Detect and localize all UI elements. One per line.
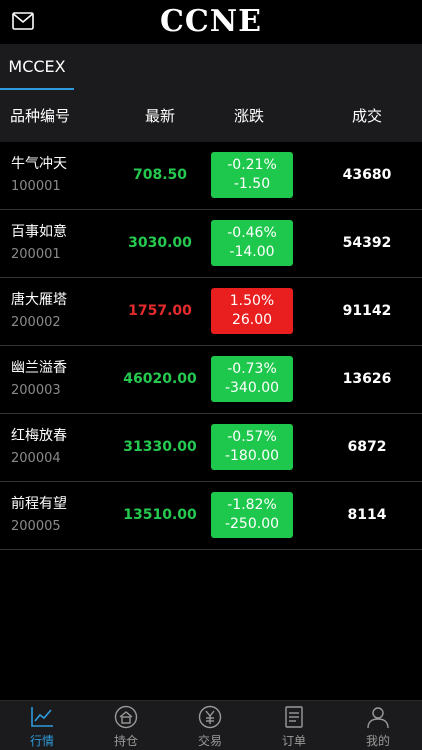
product-code: 100001 (11, 179, 61, 194)
tab-mccex[interactable]: MCCEX (0, 44, 74, 90)
home-icon (114, 705, 138, 729)
product-code: 200004 (11, 451, 61, 466)
app-logo: CCNE (159, 4, 263, 39)
change-badge[interactable]: -0.46% -14.00 (211, 220, 293, 266)
bottom-navigation: 行情 持仓 交易 订单 我的 (0, 700, 422, 750)
user-icon (367, 707, 389, 729)
product-name: 幽兰溢香 (11, 360, 67, 376)
latest-price: 31330.00 (123, 439, 197, 455)
latest-price: 708.50 (132, 167, 188, 183)
market-tabbar: MCCEX (0, 44, 422, 90)
change-badge[interactable]: -0.21% -1.50 (211, 152, 293, 198)
nav-profile[interactable]: 我的 (336, 701, 420, 750)
tab-mccex-label: MCCEX (8, 57, 66, 76)
product-name: 百事如意 (11, 224, 67, 240)
latest-price: 3030.00 (128, 235, 192, 251)
nav-quotes[interactable]: 行情 (0, 701, 84, 750)
change-percent: -1.82% (227, 497, 277, 513)
column-latest: 最新 (145, 107, 176, 125)
column-header: 品种编号 最新 涨跌 成交 (0, 90, 422, 142)
nav-orders[interactable]: 订单 (252, 701, 336, 750)
nav-positions-label: 持仓 (113, 734, 138, 748)
product-code: 200003 (11, 383, 61, 398)
nav-orders-label: 订单 (281, 734, 306, 748)
product-name: 唐大雁塔 (11, 292, 67, 308)
change-amount: -180.00 (224, 448, 280, 464)
volume: 43680 (342, 167, 392, 183)
latest-price: 1757.00 (128, 303, 192, 319)
change-amount: 26.00 (231, 312, 273, 328)
nav-quotes-label: 行情 (29, 734, 54, 748)
quote-row[interactable]: 牛气冲天 100001 708.50 -0.21% -1.50 43680 (0, 142, 422, 210)
document-icon (285, 706, 303, 728)
volume: 54392 (342, 235, 392, 251)
product-code: 200001 (11, 247, 61, 262)
product-name: 牛气冲天 (11, 156, 67, 172)
product-code: 200005 (11, 519, 61, 534)
change-badge[interactable]: -1.82% -250.00 (211, 492, 293, 538)
volume: 13626 (342, 371, 392, 387)
column-name: 品种编号 (10, 107, 71, 125)
nav-positions[interactable]: 持仓 (84, 701, 168, 750)
nav-trade[interactable]: 交易 (168, 701, 252, 750)
app-header: CCNE (0, 0, 422, 44)
change-percent: -0.46% (227, 225, 277, 241)
latest-price: 13510.00 (123, 507, 197, 523)
column-volume: 成交 (352, 107, 383, 125)
change-badge[interactable]: -0.57% -180.00 (211, 424, 293, 470)
change-percent: -0.57% (227, 429, 277, 445)
change-badge[interactable]: -0.73% -340.00 (211, 356, 293, 402)
change-percent: -0.21% (227, 157, 277, 173)
change-amount: -250.00 (224, 516, 280, 532)
change-badge[interactable]: 1.50% 26.00 (211, 288, 293, 334)
change-percent: -0.73% (227, 361, 277, 377)
volume: 8114 (347, 507, 387, 523)
product-name: 红梅放春 (11, 428, 67, 444)
product-code: 200002 (11, 315, 61, 330)
nav-trade-label: 交易 (197, 734, 222, 748)
quote-row[interactable]: 红梅放春 200004 31330.00 -0.57% -180.00 6872 (0, 414, 422, 482)
volume: 6872 (347, 439, 387, 455)
column-change: 涨跌 (234, 107, 265, 125)
latest-price: 46020.00 (123, 371, 197, 387)
product-name: 前程有望 (11, 496, 67, 512)
change-amount: -14.00 (229, 244, 275, 260)
yen-icon (198, 705, 222, 729)
quote-row[interactable]: 百事如意 200001 3030.00 -0.46% -14.00 54392 (0, 210, 422, 278)
quote-row[interactable]: 幽兰溢香 200003 46020.00 -0.73% -340.00 1362… (0, 346, 422, 414)
nav-profile-label: 我的 (365, 734, 390, 748)
volume: 91142 (342, 303, 392, 319)
quote-list: 牛气冲天 100001 708.50 -0.21% -1.50 43680 百事… (0, 142, 422, 550)
chart-icon (31, 707, 53, 727)
change-amount: -1.50 (233, 176, 271, 192)
quote-row[interactable]: 前程有望 200005 13510.00 -1.82% -250.00 8114 (0, 482, 422, 550)
change-amount: -340.00 (224, 380, 280, 396)
change-percent: 1.50% (229, 293, 275, 309)
quote-row[interactable]: 唐大雁塔 200002 1757.00 1.50% 26.00 91142 (0, 278, 422, 346)
